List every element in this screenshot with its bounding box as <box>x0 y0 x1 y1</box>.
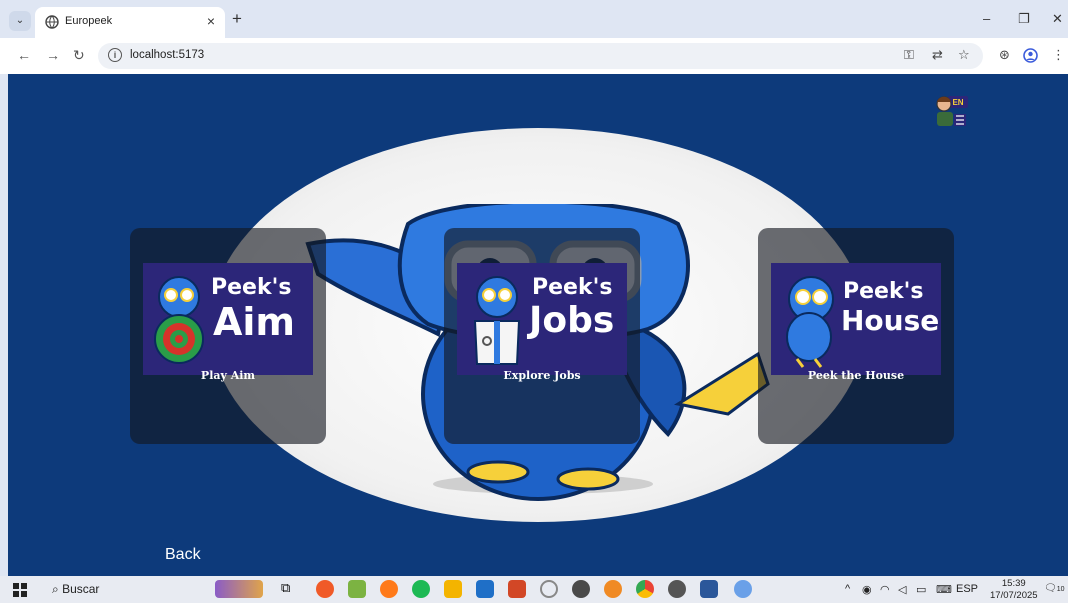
app-icon-feather[interactable] <box>348 580 366 598</box>
jobs-logo: Peek's Jobs <box>457 263 627 375</box>
aim-card-label: Play Aim <box>200 369 256 382</box>
task-view-icon[interactable]: ⧉ <box>281 580 299 598</box>
site-info-icon[interactable]: i <box>108 48 122 62</box>
windows-taskbar: ⌕ Buscar ⧉ ^ ◉ ◠ ◁ ▭ ⌨ ESP 15:39 17/07/2… <box>0 576 1068 603</box>
extensions-icon[interactable]: ⊛ <box>999 47 1010 63</box>
house-card-label: Peek the House <box>807 369 905 382</box>
firefox-icon[interactable] <box>380 580 398 598</box>
tray-icon-record[interactable]: ◉ <box>862 583 872 596</box>
tab-title: Europeek <box>65 15 113 27</box>
bird-with-target-icon <box>154 276 204 364</box>
aim-logo-subtitle: Aim <box>213 300 296 344</box>
house-logo: Peek's House <box>771 263 941 375</box>
chrome-alt-icon[interactable] <box>668 580 686 598</box>
aim-logo-title: Peek's <box>211 275 292 300</box>
window-close-icon[interactable]: ✕ <box>1052 11 1063 27</box>
game-card-house[interactable]: Peek's House Peek the House <box>758 228 954 444</box>
brave-browser-icon[interactable] <box>316 580 334 598</box>
game-card-aim[interactable]: Peek's Aim Play Aim <box>130 228 326 444</box>
bird-doctor-icon <box>473 276 521 365</box>
taskbar-search[interactable]: ⌕ Buscar <box>52 582 99 597</box>
profile-icon[interactable] <box>1023 48 1038 63</box>
app-icon-orange[interactable] <box>604 580 622 598</box>
jobs-card-label: Explore Jobs <box>503 369 581 382</box>
volume-icon[interactable]: ◁ <box>898 583 906 596</box>
jobs-logo-title: Peek's <box>532 275 613 300</box>
browser-toolbar: ← → ↻ i localhost:5173 ⚿ ⇄ ☆ ⊛ ⋮ <box>0 38 1068 74</box>
back-button[interactable]: Back <box>165 546 201 564</box>
minimize-icon[interactable]: – <box>983 11 990 26</box>
file-explorer-icon[interactable] <box>444 580 462 598</box>
notification-icon[interactable]: 🗨10 <box>1044 583 1065 594</box>
tab-list-button[interactable]: ⌄ <box>9 11 31 31</box>
language-toggle-icon[interactable]: EN <box>934 92 970 130</box>
restore-icon[interactable]: ❐ <box>1018 11 1030 27</box>
language-indicator[interactable]: ESP <box>956 583 978 595</box>
address-bar[interactable]: i localhost:5173 ⚿ ⇄ ☆ <box>98 43 983 69</box>
globe-icon <box>45 15 59 29</box>
browser-tab-bar: ⌄ Europeek × + – ❐ ✕ <box>0 0 1068 38</box>
forward-arrow-icon[interactable]: → <box>46 47 60 63</box>
spotify-icon[interactable] <box>412 580 430 598</box>
reload-icon[interactable]: ↻ <box>73 47 85 64</box>
weather-icon[interactable] <box>734 580 752 598</box>
search-icon: ⌕ <box>52 582 59 596</box>
chrome-icon[interactable] <box>636 580 654 598</box>
keyboard-icon[interactable]: ⌨ <box>936 583 952 596</box>
aim-logo: Peek's Aim <box>143 263 313 375</box>
taskbar-clock[interactable]: 15:39 17/07/2025 <box>990 578 1038 602</box>
url-text: localhost:5173 <box>130 49 205 61</box>
word-icon[interactable] <box>700 580 718 598</box>
browser-tab[interactable]: Europeek × <box>35 7 225 38</box>
clock-time: 15:39 <box>1001 578 1026 589</box>
back-arrow-icon[interactable]: ← <box>17 47 31 63</box>
windows-start-icon[interactable] <box>13 583 27 597</box>
tab-close-icon[interactable]: × <box>207 13 215 29</box>
new-tab-button[interactable]: + <box>232 9 242 29</box>
game-card-jobs[interactable]: Peek's Jobs Explore Jobs <box>444 228 640 444</box>
powerpoint-icon[interactable] <box>508 580 526 598</box>
search-label: Buscar <box>62 582 100 596</box>
menu-dots-icon[interactable]: ⋮ <box>1052 47 1065 63</box>
chevron-up-icon[interactable]: ^ <box>845 583 850 595</box>
jobs-logo-subtitle: Jobs <box>529 300 615 341</box>
app-page: EN Peek's Aim Play Aim Peek's Jobs Explo… <box>8 74 1068 576</box>
house-logo-subtitle: House <box>841 304 940 337</box>
clock-date: 17/07/2025 <box>990 590 1038 601</box>
translate-icon[interactable]: ⇄ <box>932 47 943 63</box>
bird-house-icon <box>786 276 834 368</box>
battery-icon[interactable]: ▭ <box>916 583 926 596</box>
house-logo-title: Peek's <box>843 279 924 304</box>
key-icon[interactable]: ⚿ <box>904 47 914 63</box>
chrome-profile-icon[interactable] <box>572 580 590 598</box>
bookmark-star-icon[interactable]: ☆ <box>958 47 970 63</box>
wifi-icon[interactable]: ◠ <box>880 583 890 596</box>
notification-count: 10 <box>1056 586 1065 593</box>
widgets-icon[interactable] <box>215 580 263 598</box>
app-icon-circle[interactable] <box>540 580 558 598</box>
language-badge-text: EN <box>952 98 963 107</box>
vscode-icon[interactable] <box>476 580 494 598</box>
